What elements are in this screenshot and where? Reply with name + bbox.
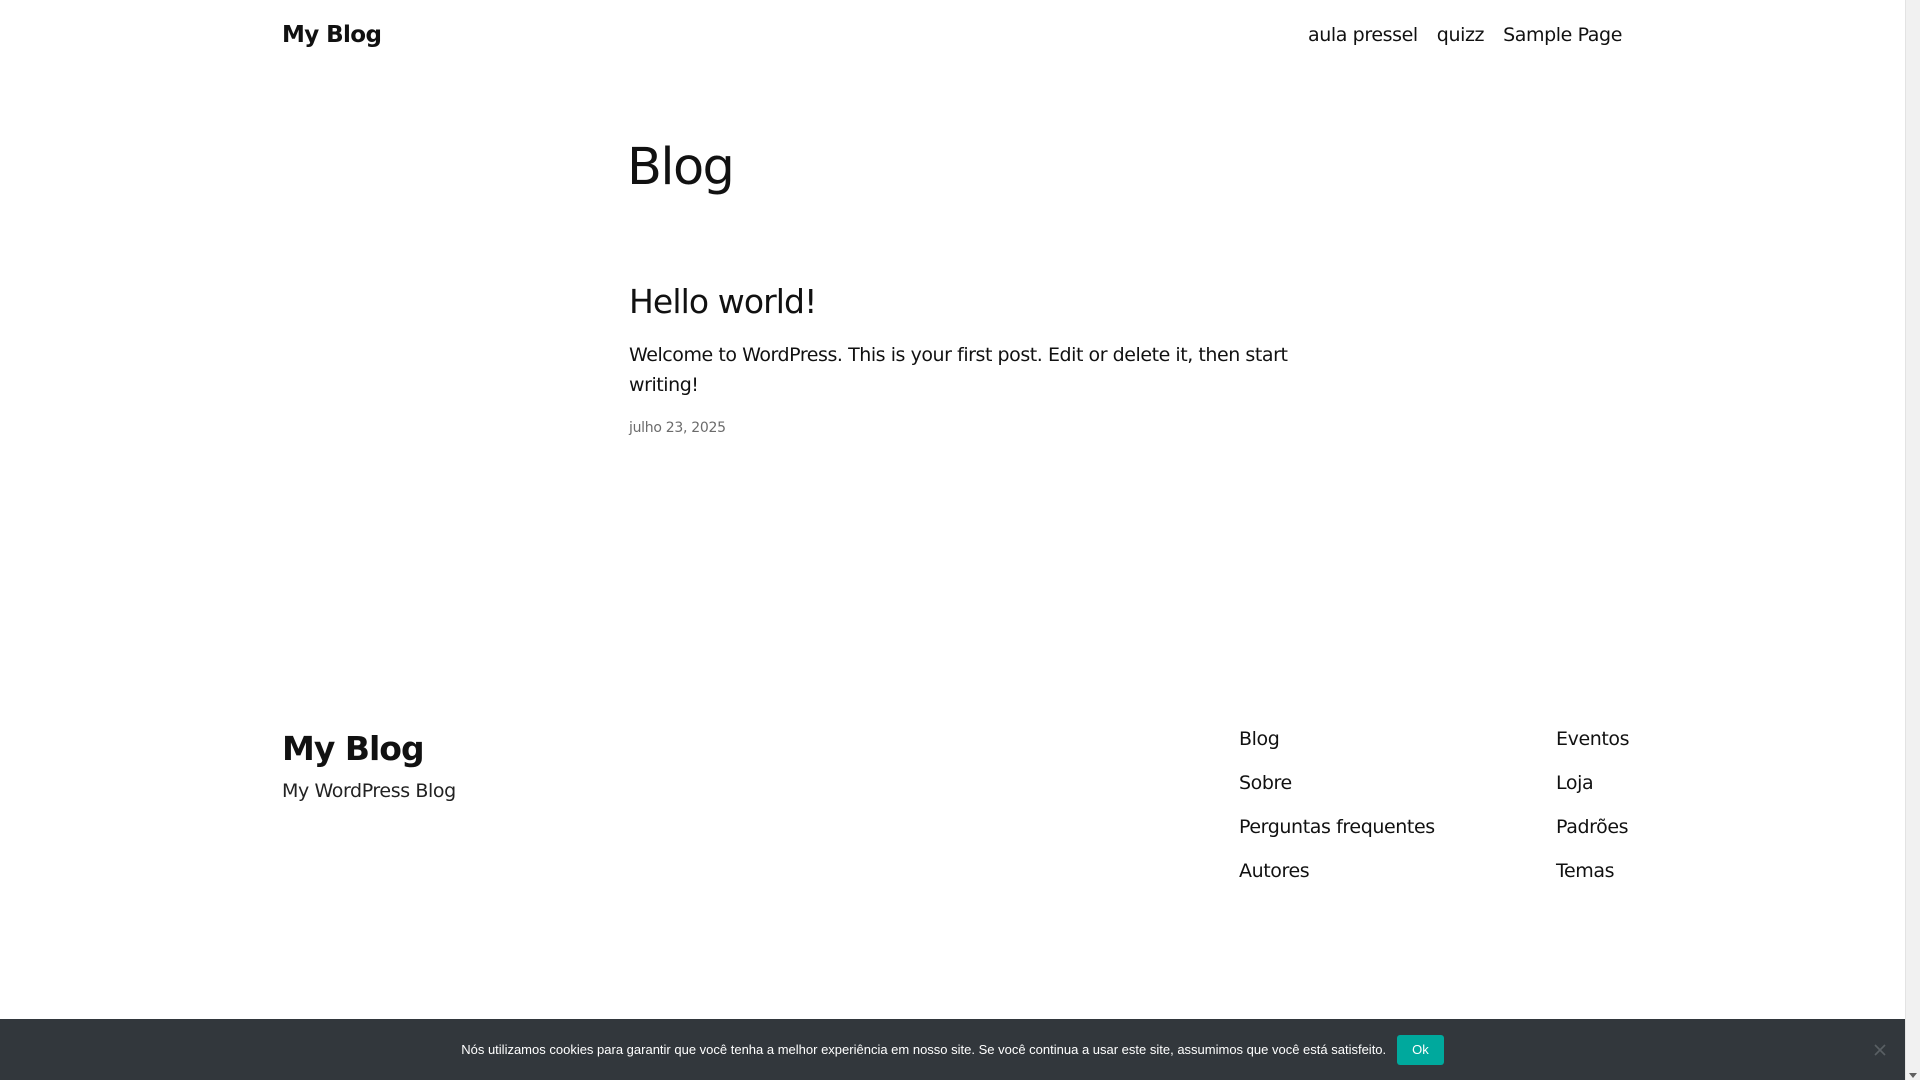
close-icon-glyph [1874, 1044, 1886, 1056]
footer-link-sobre[interactable]: Sobre [1239, 770, 1435, 797]
footer-link-blog[interactable]: Blog [1239, 726, 1435, 753]
nav-item-quizz[interactable]: quizz [1437, 24, 1485, 46]
footer-link-loja[interactable]: Loja [1556, 770, 1629, 797]
footer-link-temas[interactable]: Temas [1556, 858, 1629, 885]
site-title-link[interactable]: My Blog [282, 22, 382, 48]
footer-link-padroes[interactable]: Padrões [1556, 814, 1629, 841]
post-date-link[interactable]: julho 23, 2025 [629, 420, 726, 436]
footer-link-eventos[interactable]: Eventos [1556, 726, 1630, 753]
cookie-notice-text: Nós utilizamos cookies para garantir que… [461, 1042, 1387, 1057]
footer-link-perguntas-frequentes[interactable]: Perguntas frequentes [1239, 814, 1435, 841]
site-header: My Blog aula pressel quizz Sample Page [282, 14, 1622, 56]
close-icon[interactable] [1871, 1041, 1889, 1059]
post-item: Hello world! Welcome to WordPress. This … [629, 276, 1349, 436]
post-date: julho 23, 2025 [629, 420, 1349, 436]
cookie-notice-bar: Nós utilizamos cookies para garantir que… [0, 1019, 1905, 1080]
cookie-ok-button[interactable]: Ok [1397, 1034, 1444, 1065]
main-navigation: aula pressel quizz Sample Page [1308, 24, 1622, 46]
footer-link-autores[interactable]: Autores [1239, 858, 1435, 885]
footer-brand: My Blog My WordPress Blog [282, 726, 456, 802]
nav-item-aula-pressel[interactable]: aula pressel [1308, 24, 1418, 46]
footer-site-title: My Blog [282, 726, 456, 772]
footer-nav-column-2: Eventos Loja Padrões Temas [1556, 726, 1630, 885]
scroll-down-arrow-icon[interactable] [1909, 1073, 1917, 1078]
page-title: Blog [627, 138, 735, 197]
vertical-scrollbar[interactable] [1905, 0, 1920, 1080]
scrollbar-thumb[interactable] [1908, 2, 1917, 1060]
post-title: Hello world! [629, 276, 1349, 328]
nav-item-sample-page[interactable]: Sample Page [1503, 24, 1622, 46]
footer-site-title-link[interactable]: My Blog [282, 729, 425, 768]
post-excerpt: Welcome to WordPress. This is your first… [629, 344, 1288, 396]
footer-nav-column-1: Blog Sobre Perguntas frequentes Autores [1239, 726, 1435, 885]
footer-tagline: My WordPress Blog [282, 780, 456, 802]
post-title-link[interactable]: Hello world! [629, 282, 817, 321]
